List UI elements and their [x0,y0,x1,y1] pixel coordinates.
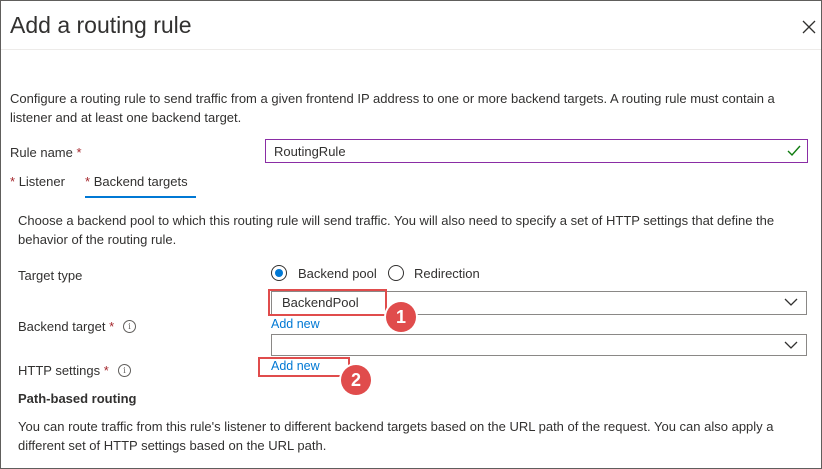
close-icon[interactable] [801,19,817,35]
header-divider [1,49,821,50]
annotation-badge-2: 2 [341,365,371,395]
dialog-title: Add a routing rule [10,12,192,38]
radio-selected-dot [275,269,283,277]
backend-target-label-text: Backend target [18,319,106,334]
checkmark-icon [787,145,801,157]
required-marker: * [10,174,16,189]
required-marker: * [85,174,91,189]
info-icon[interactable]: i [123,320,136,333]
tab-listener-label: Listener [18,174,65,189]
required-marker: * [109,319,115,334]
http-settings-label-text: HTTP settings [18,363,101,378]
rule-name-value: RoutingRule [274,144,346,159]
backend-target-add-new-link[interactable]: Add new [271,317,320,331]
backend-description: Choose a backend pool to which this rout… [18,213,775,247]
path-routing-title: Path-based routing [18,391,137,406]
required-marker: * [76,145,82,160]
path-routing-description: You can route traffic from this rule's l… [18,419,774,453]
dialog-description: Configure a routing rule to send traffic… [10,91,775,125]
http-settings-select[interactable] [271,334,807,356]
annotation-highlight-1 [268,289,387,316]
backend-target-label: Backend target * [18,319,114,334]
chevron-down-icon [784,298,798,306]
required-marker: * [103,363,109,378]
annotation-highlight-2 [258,357,350,377]
tab-listener[interactable]: * Listener [10,174,65,189]
annotation-badge-1: 1 [386,302,416,332]
active-tab-indicator [85,196,196,198]
radio-backend-pool[interactable] [271,265,287,281]
http-settings-label: HTTP settings * [18,363,109,378]
radio-redirection[interactable] [388,265,404,281]
radio-backend-pool-label: Backend pool [298,266,377,281]
chevron-down-icon [784,341,798,349]
rule-name-input[interactable]: RoutingRule [265,139,808,163]
rule-name-label-text: Rule name [10,145,73,160]
tab-backend-targets-label: Backend targets [93,174,188,189]
target-type-label: Target type [18,268,83,283]
tab-backend-targets[interactable]: * Backend targets [85,174,188,189]
rule-name-label: Rule name * [10,145,82,160]
radio-redirection-label: Redirection [414,266,480,281]
info-icon[interactable]: i [118,364,131,377]
